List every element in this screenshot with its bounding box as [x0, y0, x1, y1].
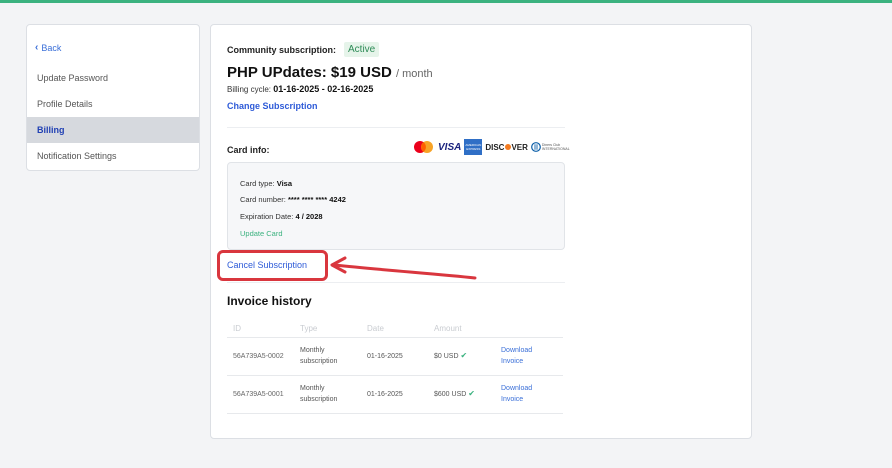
download-invoice-link[interactable]: Download Invoice	[495, 375, 563, 414]
divider	[227, 127, 565, 128]
check-icon: ✔	[460, 351, 468, 360]
plan-price: PHP UPdates: $19 USD / month	[227, 64, 433, 81]
invoice-amount-value: $0 USD	[434, 353, 459, 360]
subscription-status-row: Community subscription: Active	[227, 42, 380, 57]
download-link-line: Download	[501, 385, 533, 392]
sidebar-item-label: Update Password	[37, 73, 109, 83]
column-header-actions	[495, 321, 563, 338]
card-type-label: Card type:	[240, 179, 275, 188]
invoice-table-header: ID Type Date Amount	[227, 321, 563, 338]
table-row: 56A739A5-0001 Monthly subscription 01-16…	[227, 375, 563, 414]
diners-club-mark	[531, 142, 541, 152]
column-header-id: ID	[227, 321, 294, 338]
invoice-amount-value: $600 USD	[434, 391, 467, 398]
sidebar-item-label: Profile Details	[37, 99, 93, 109]
discover-icon: DISC VER	[485, 142, 528, 152]
diners-text-line: INTERNATIONAL	[541, 147, 570, 151]
download-invoice-link[interactable]: Download Invoice	[495, 337, 563, 376]
download-link-line: Invoice	[501, 358, 524, 365]
sidebar-item-label: Billing	[37, 125, 65, 135]
diners-club-icon: Diners Club INTERNATIONAL	[531, 142, 570, 152]
card-number-value: **** **** **** 4242	[287, 195, 346, 204]
invoice-type-line: Monthly	[300, 347, 325, 354]
update-card-link[interactable]: Update Card	[240, 229, 283, 238]
card-type: Card type: Visa	[240, 179, 292, 188]
billing-cycle-label: Billing cycle:	[227, 85, 272, 94]
top-accent-bar	[0, 0, 892, 3]
sidebar-item-label: Notification Settings	[37, 151, 117, 161]
invoice-id: 56A739A5-0002	[227, 337, 294, 376]
visa-icon: VISA	[438, 141, 462, 153]
invoice-type-line: Monthly	[300, 385, 325, 392]
status-badge: Active	[344, 42, 380, 57]
divider	[227, 282, 565, 283]
invoice-type-line: subscription	[300, 396, 338, 403]
invoice-date: 01-16-2025	[361, 375, 428, 414]
plan-period: / month	[395, 68, 433, 80]
sidebar-item-notification-settings[interactable]: Notification Settings	[27, 143, 199, 169]
chevron-left-icon: ‹	[35, 42, 39, 53]
card-expiry-label: Expiration Date:	[240, 212, 294, 221]
subscription-label: Community subscription:	[227, 44, 337, 55]
sidebar-item-billing[interactable]: Billing	[27, 117, 199, 143]
sidebar-item-update-password[interactable]: Update Password	[27, 65, 199, 91]
billing-cycle-range: 01-16-2025 - 02-16-2025	[273, 84, 374, 94]
card-details-box: Card type: Visa Card number: **** **** *…	[227, 162, 565, 250]
amex-icon: AMERICAN EXPRESS	[464, 139, 483, 155]
card-number-label: Card number:	[240, 195, 286, 204]
invoice-type: Monthly subscription	[294, 337, 361, 376]
check-icon: ✔	[468, 389, 475, 398]
table-row: 56A739A5-0002 Monthly subscription 01-16…	[227, 337, 563, 376]
column-header-type: Type	[294, 321, 361, 338]
card-number: Card number: **** **** **** 4242	[240, 195, 346, 204]
back-label: Back	[41, 42, 62, 53]
back-link[interactable]: ‹ Back	[35, 42, 61, 53]
invoice-type-line: subscription	[300, 358, 338, 365]
plan-name: PHP UPdates: $19 USD	[227, 64, 392, 81]
billing-panel: Community subscription: Active PHP UPdat…	[210, 24, 752, 439]
download-link-line: Invoice	[501, 396, 524, 403]
billing-cycle: Billing cycle: 01-16-2025 - 02-16-2025	[227, 84, 373, 94]
sidebar-item-profile-details[interactable]: Profile Details	[27, 91, 199, 117]
settings-sidebar: ‹ Back Update Password Profile Details B…	[26, 24, 200, 171]
invoice-history-title: Invoice history	[227, 294, 312, 308]
invoice-amount: $600 USD ✔	[428, 375, 495, 414]
invoice-amount: $0 USD ✔	[428, 337, 495, 376]
invoice-id: 56A739A5-0001	[227, 375, 294, 414]
invoice-type: Monthly subscription	[294, 375, 361, 414]
amex-text-line: EXPRESS	[466, 147, 481, 151]
download-link-line: Download	[501, 347, 533, 354]
column-header-amount: Amount	[428, 321, 495, 338]
card-brand-logos: VISA AMERICAN EXPRESS DISC VER Diners Clu…	[413, 139, 570, 155]
invoice-date: 01-16-2025	[361, 337, 428, 376]
card-expiry-value: 4 / 2028	[295, 212, 323, 221]
invoice-table: ID Type Date Amount 56A739A5-0002 Monthl…	[227, 321, 563, 414]
change-subscription-link[interactable]: Change Subscription	[227, 101, 318, 111]
card-expiry: Expiration Date: 4 / 2028	[240, 212, 323, 221]
mastercard-icon	[414, 141, 433, 153]
card-type-value: Visa	[276, 179, 292, 188]
column-header-date: Date	[361, 321, 428, 338]
cancel-subscription-link[interactable]: Cancel Subscription	[227, 260, 307, 270]
card-info-label: Card info:	[227, 145, 270, 155]
